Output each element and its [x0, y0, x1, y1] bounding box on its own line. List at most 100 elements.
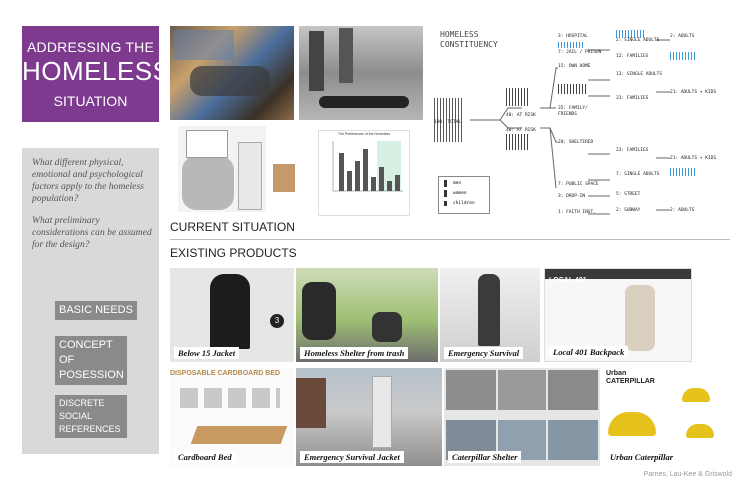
woman-shape	[238, 142, 262, 210]
label-single-1: 2: SINGLE ADULTS	[616, 38, 660, 43]
folding-diagram	[180, 388, 280, 408]
yellow-shelter-small-1	[682, 388, 710, 402]
label-street: 5: STREET	[616, 192, 641, 197]
label-adults-2: 2: ADULTS	[670, 208, 695, 213]
label-at-risk: 40: AT RISK	[506, 113, 536, 118]
local401-header: LOCAL 401	[545, 269, 691, 284]
legend-men: men	[453, 181, 462, 186]
section-current-situation: CURRENT SITUATION	[170, 220, 295, 234]
label-friends: FRIENDS	[558, 112, 577, 117]
yellow-shelter-small-2	[686, 424, 714, 438]
child-icon	[444, 201, 447, 206]
yellow-shelter-shape	[608, 412, 656, 436]
caption-local-401: Local 401 Backpack	[549, 346, 629, 358]
product-emergency-survival-jacket: Emergency Survival Jacket	[296, 368, 442, 466]
homeless-constituency-tree: HOMELESS CONSTITUENCY 100: TOTAL 40: AT …	[430, 28, 730, 223]
photo-bags-woman	[178, 126, 266, 212]
pedestrian-shape-2	[339, 28, 353, 83]
label-adults-1: 2: ADULTS	[670, 34, 695, 39]
label-sheltered: 20: SHELTERED	[558, 140, 594, 145]
tag-discrete-line-1: DISCRETE SOCIAL	[59, 398, 105, 421]
jacket-shape	[210, 274, 250, 349]
label-public-space: 7: PUBLIC SPACE	[558, 182, 599, 187]
caterpillar-thumb-1	[446, 370, 496, 410]
label-single-2: 13: SINGLE ADULTS	[616, 72, 663, 77]
person-shape-2	[372, 312, 402, 342]
cardboard-bed-shape	[190, 426, 288, 444]
caterpillar-label: CATERPILLAR	[606, 378, 655, 385]
tree-heading-line-2: CONSTITUENCY	[440, 40, 498, 49]
caption-cardboard-bed: Cardboard Bed	[174, 451, 236, 463]
questions: What different physical, emotional and p…	[32, 157, 156, 261]
caption-caterpillar-shelter: Caterpillar Shelter	[448, 451, 522, 463]
label-adults-kids-1: 21: ADULTS + KIDS	[670, 90, 717, 95]
single-adults-icon-block	[616, 30, 644, 38]
caterpillar-thumb-3	[548, 370, 598, 410]
sheltered-icon-block	[506, 134, 528, 150]
jacket-figure-shape	[372, 376, 392, 448]
caption-emergency-survival-jacket: Emergency Survival Jacket	[300, 451, 404, 463]
label-own-home: 15: OWN HOME	[558, 64, 591, 69]
survival-figure-shape	[478, 274, 500, 346]
product-caterpillar-shelter: Caterpillar Shelter	[444, 368, 600, 466]
number-badge: 3	[270, 314, 284, 328]
label-families-1: 12: FAMILIES	[616, 54, 649, 59]
title-line-3: SITUATION	[53, 93, 128, 109]
tag-concept-line-2: POSESSION	[59, 369, 124, 381]
title-block: ADDRESSING THE HOMELESS SITUATION	[22, 26, 171, 122]
label-hospital: 3: HOSPITAL	[558, 34, 588, 39]
product-emergency-survival: Emergency Survival	[440, 268, 540, 362]
at-risk-icon-block	[506, 88, 530, 106]
label-subway: 2: SUBWAY	[616, 208, 641, 213]
label-families-3: 23: FAMILIES	[616, 148, 649, 153]
adults-kids-icon-block	[670, 168, 696, 176]
caption-emergency-survival: Emergency Survival	[444, 347, 524, 359]
label-faith: 1: FAITH INST.	[558, 210, 596, 215]
caption-homeless-shelter: Homeless Shelter from trash	[300, 347, 409, 359]
tag-basic-needs-label: BASIC NEEDS	[59, 304, 133, 316]
tag-concept-line-1: CONCEPT OF	[59, 339, 113, 366]
bags-shape	[182, 156, 234, 210]
graffiti-shape	[174, 30, 234, 60]
title-line-2: HOMELESS	[22, 56, 171, 86]
man-icon	[444, 180, 447, 187]
legend-women: women	[453, 191, 467, 196]
mini-chart-bars	[332, 141, 403, 192]
local401-logo: LOCAL 401	[549, 277, 587, 284]
label-total: 100: TOTAL	[434, 120, 462, 125]
photo-graffiti-sleeper	[170, 26, 294, 120]
photo-small-thumb	[273, 164, 295, 192]
label-family-friends: 35: FAMILY/ FRIENDS	[558, 106, 588, 118]
adults-icon-block	[670, 52, 696, 60]
question-1: What different physical, emotional and p…	[32, 157, 144, 204]
tag-basic-needs: BASIC NEEDS	[55, 301, 137, 320]
tree-legend: men women children	[438, 176, 490, 214]
product-urban-caterpillar: Urban CATERPILLAR Urban Caterpillar	[602, 368, 730, 466]
house-shape	[296, 378, 326, 428]
tree-heading-line-1: HOMELESS	[440, 30, 479, 39]
urban-label: Urban	[606, 370, 627, 377]
woman-icon	[444, 190, 447, 197]
lying-person-shape	[319, 96, 409, 108]
urban-caterpillar-logo: Urban CATERPILLAR	[606, 370, 655, 386]
product-homeless-shelter-trash: Homeless Shelter from trash	[296, 268, 438, 362]
product-cardboard-bed: DISPOSABLE CARDBOARD BED Cardboard Bed	[170, 368, 294, 466]
caption-urban-caterpillar: Urban Caterpillar	[606, 451, 678, 463]
credit: Parnes, Lau-Kee & Griswold	[643, 471, 732, 478]
hospital-icon-block	[558, 42, 584, 48]
person-shape	[302, 282, 336, 340]
title-line-1: ADDRESSING THE	[26, 39, 154, 55]
question-2: What preliminary considerations can be a…	[32, 215, 152, 250]
tree-heading: HOMELESS CONSTITUENCY	[440, 30, 498, 50]
sleeping-person-shape	[190, 66, 270, 96]
pedestrian-shape	[309, 31, 324, 91]
product-below-15-jacket: 3 Below 15 Jacket	[170, 268, 294, 362]
family-icon-block	[558, 84, 586, 94]
sign-shape	[186, 130, 228, 158]
caterpillar-thumb-2	[498, 370, 546, 410]
side-panel: What different physical, emotional and p…	[22, 148, 159, 454]
tag-concept-possession: CONCEPT OF POSESSION	[55, 336, 127, 385]
caption-below-15-jacket: Below 15 Jacket	[174, 347, 240, 359]
label-families-2: 23: FAMILIES	[616, 96, 649, 101]
product-local-401-backpack: LOCAL 401 Local 401 Backpack	[544, 268, 692, 362]
